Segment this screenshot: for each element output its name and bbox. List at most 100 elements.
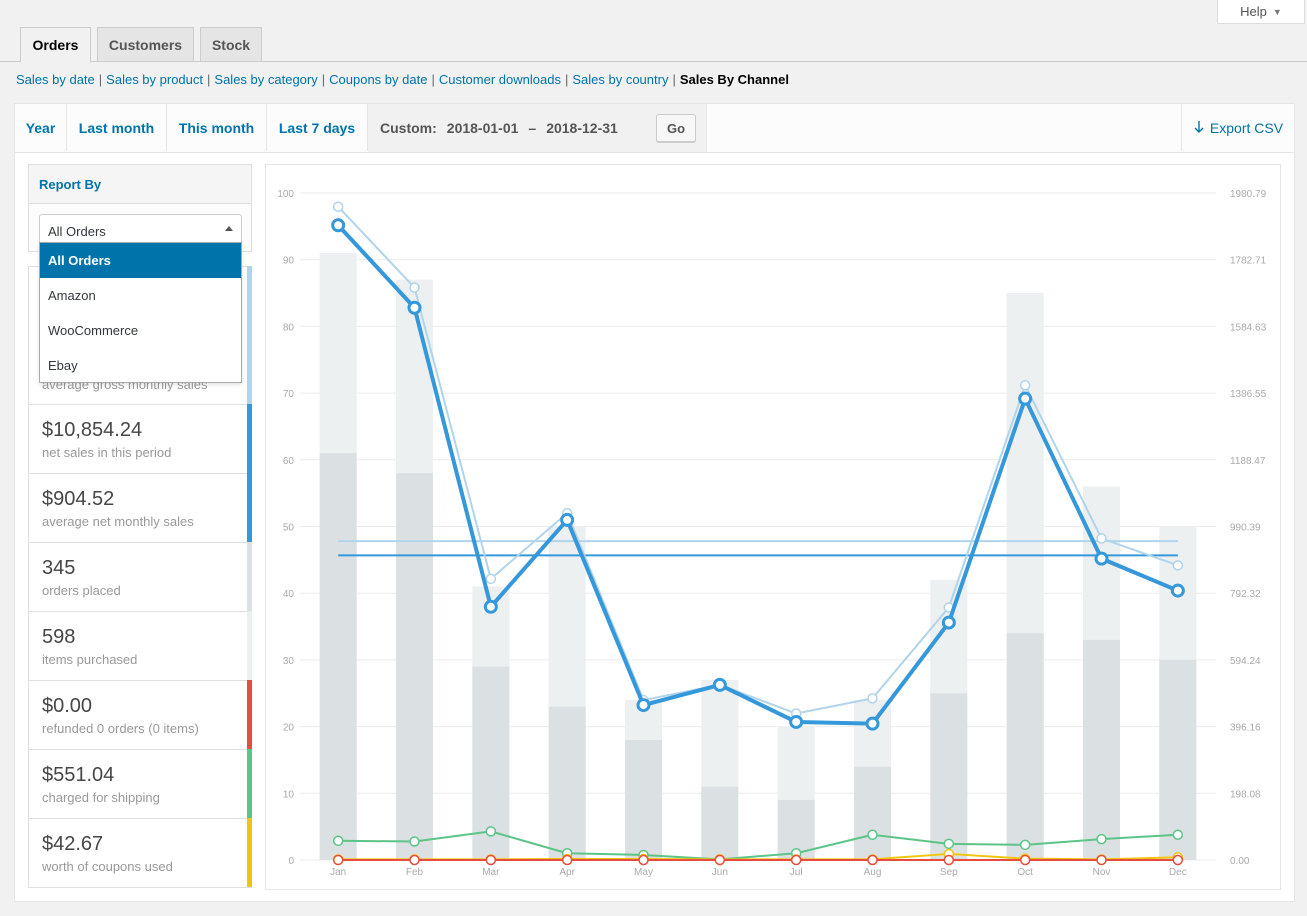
download-arrow-icon bbox=[1194, 121, 1204, 133]
point-refund-amount bbox=[943, 854, 955, 866]
y-left-tick-label: 60 bbox=[283, 456, 295, 467]
tab-customers[interactable]: Customers bbox=[97, 27, 194, 62]
option-all-orders[interactable]: All Orders bbox=[40, 243, 241, 278]
legend-color-bar bbox=[247, 473, 252, 542]
x-tick-label: May bbox=[634, 867, 653, 878]
legend-desc: worth of coupons used bbox=[42, 859, 173, 874]
point-net-sales-amount bbox=[636, 698, 651, 713]
legend-item-orders[interactable]: 345 orders placed bbox=[28, 542, 252, 612]
y-left-tick-label: 100 bbox=[277, 189, 294, 200]
point-shipping-amount bbox=[1172, 829, 1184, 840]
point-refund-amount bbox=[485, 854, 497, 866]
point-gross-sales-amount bbox=[867, 693, 878, 704]
x-tick-label: Jan bbox=[330, 867, 346, 878]
link-coupons-by-date[interactable]: Coupons by date bbox=[329, 72, 427, 87]
point-net-sales-amount bbox=[1170, 583, 1185, 598]
report-by-dropdown: All Orders Amazon WooCommerce Ebay bbox=[39, 242, 242, 383]
start-date-input[interactable]: 2018-01-01 bbox=[447, 120, 519, 136]
legend-amount: $0.00 bbox=[42, 695, 93, 717]
report-panel: Year Last month This month Last 7 days C… bbox=[14, 103, 1295, 902]
tab-orders[interactable]: Orders bbox=[20, 27, 91, 63]
option-woocommerce[interactable]: WooCommerce bbox=[40, 313, 241, 348]
legend-item-net-sales[interactable]: $10,854.24 net sales in this period bbox=[28, 404, 252, 474]
legend-amount: 598 bbox=[42, 626, 76, 648]
help-label: Help bbox=[1240, 4, 1267, 19]
y-left-tick-label: 20 bbox=[283, 723, 295, 734]
y-left-tick-label: 10 bbox=[283, 789, 295, 800]
y-right-tick-label: 198.08 bbox=[1230, 789, 1261, 800]
line-shipping-amount bbox=[338, 830, 1178, 861]
legend-color-bar bbox=[247, 266, 252, 405]
x-tick-label: Mar bbox=[482, 867, 500, 878]
report-by-widget: Report By All Orders All Orders Amazon W… bbox=[28, 164, 252, 383]
point-gross-sales-amount bbox=[1172, 560, 1184, 571]
bar-orders-placed bbox=[625, 739, 662, 860]
point-shipping-amount bbox=[867, 829, 878, 840]
tab-stock[interactable]: Stock bbox=[200, 27, 262, 62]
link-sales-by-product[interactable]: Sales by product bbox=[106, 72, 203, 87]
legend-amount: 345 bbox=[42, 557, 76, 579]
separator: | bbox=[321, 72, 326, 87]
link-sales-by-category[interactable]: Sales by category bbox=[214, 72, 317, 87]
point-net-sales-amount bbox=[789, 714, 804, 729]
point-refund-amount bbox=[409, 854, 420, 866]
legend-amount: $42.67 bbox=[42, 833, 104, 855]
y-left-tick-label: 0 bbox=[288, 856, 294, 867]
range-last-month[interactable]: Last month bbox=[67, 104, 167, 151]
y-right-tick-label: 1386.55 bbox=[1230, 389, 1267, 400]
date-range-bar: Year Last month This month Last 7 days C… bbox=[15, 104, 1294, 153]
range-last-7-days[interactable]: Last 7 days bbox=[267, 104, 368, 151]
end-date-input[interactable]: 2018-12-31 bbox=[546, 120, 618, 136]
select-value: All Orders bbox=[48, 224, 106, 239]
bar-orders-placed bbox=[548, 706, 586, 860]
custom-label: Custom: bbox=[380, 120, 437, 136]
point-refund-amount bbox=[714, 854, 726, 866]
point-shipping-amount bbox=[332, 835, 344, 847]
point-refund-amount bbox=[1096, 854, 1107, 866]
legend-item-avg-net[interactable]: $904.52 average net monthly sales bbox=[28, 473, 252, 543]
range-this-month[interactable]: This month bbox=[167, 104, 267, 151]
y-right-tick-label: 1584.63 bbox=[1230, 322, 1267, 333]
legend-amount: $551.04 bbox=[42, 764, 115, 786]
y-left-tick-label: 90 bbox=[283, 256, 295, 267]
legend-item-refunds[interactable]: $0.00 refunded 0 orders (0 items) bbox=[28, 680, 252, 750]
bar-orders-placed bbox=[319, 453, 357, 860]
point-refund-amount bbox=[1172, 854, 1184, 866]
point-net-sales-amount bbox=[1094, 551, 1109, 566]
point-gross-sales-amount bbox=[332, 201, 344, 212]
current-report-sales-by-channel: Sales By Channel bbox=[679, 72, 789, 87]
legend-color-bar bbox=[247, 611, 252, 680]
y-right-tick-label: 0.00 bbox=[1230, 856, 1250, 867]
point-shipping-amount bbox=[1096, 833, 1107, 845]
point-net-sales-amount bbox=[865, 716, 880, 731]
export-csv-button[interactable]: Export CSV bbox=[1181, 104, 1295, 151]
separator: | bbox=[207, 72, 211, 87]
x-tick-label: Sep bbox=[940, 867, 958, 878]
option-ebay[interactable]: Ebay bbox=[40, 348, 241, 383]
bar-orders-placed bbox=[854, 766, 891, 860]
range-year[interactable]: Year bbox=[15, 104, 67, 151]
sales-chart: 0 10 20 30 40 50 60 70 80 90 100 0.00 198.08 396.16 59… bbox=[277, 189, 1267, 878]
legend-item-coupons[interactable]: $42.67 worth of coupons used bbox=[28, 818, 252, 888]
help-button[interactable]: Help ▼ bbox=[1217, 0, 1305, 24]
y-right-tick-label: 792.32 bbox=[1230, 589, 1261, 600]
bar-orders-placed bbox=[1006, 633, 1044, 860]
report-by-title: Report By bbox=[29, 165, 251, 204]
legend-item-shipping[interactable]: $551.04 charged for shipping bbox=[28, 749, 252, 819]
link-customer-downloads[interactable]: Customer downloads bbox=[439, 72, 561, 87]
legend-desc: charged for shipping bbox=[42, 790, 160, 805]
go-button[interactable]: Go bbox=[656, 114, 696, 142]
report-by-select[interactable]: All Orders bbox=[39, 214, 242, 244]
point-refund-amount bbox=[1019, 854, 1031, 866]
report-sublinks: Sales by date | Sales by product | Sales by … bbox=[16, 72, 789, 87]
y-right-tick-label: 396.16 bbox=[1230, 723, 1261, 734]
range-dash: – bbox=[528, 120, 537, 136]
legend-amount: $904.52 bbox=[42, 488, 115, 510]
link-sales-by-country[interactable]: Sales by country bbox=[572, 72, 668, 87]
link-sales-by-date[interactable]: Sales by date bbox=[16, 72, 95, 87]
export-csv-label: Export CSV bbox=[1209, 119, 1284, 136]
point-shipping-amount bbox=[485, 826, 497, 837]
legend-item-items[interactable]: 598 items purchased bbox=[28, 611, 252, 681]
option-amazon[interactable]: Amazon bbox=[40, 278, 241, 313]
point-gross-sales-amount bbox=[409, 282, 420, 293]
